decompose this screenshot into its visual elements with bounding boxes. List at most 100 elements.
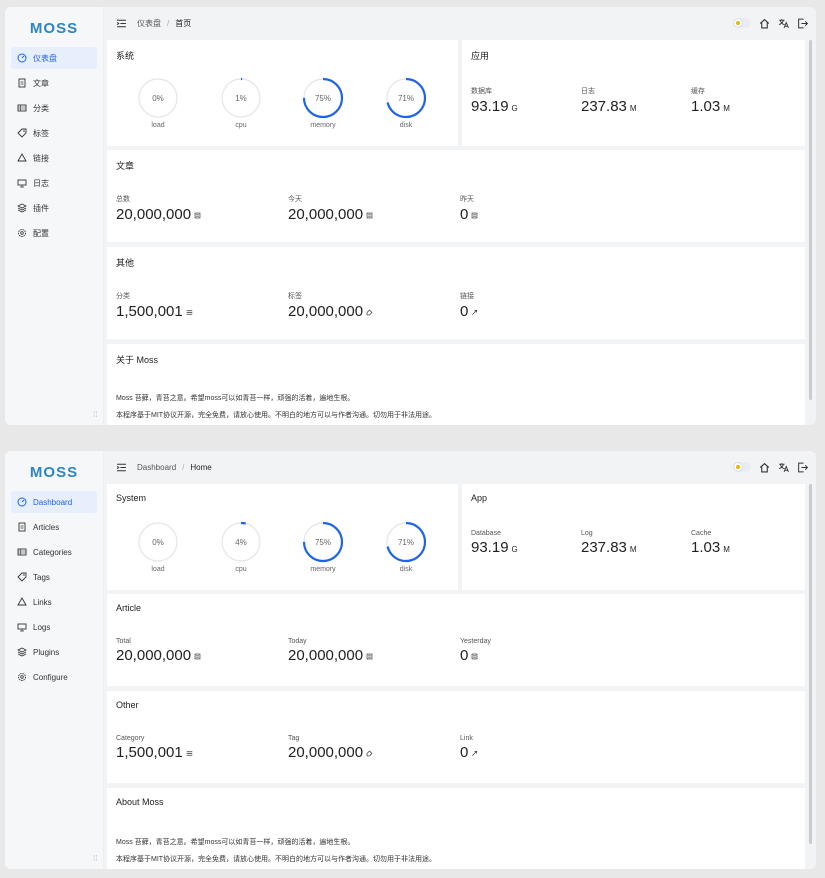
- home-icon[interactable]: [759, 18, 770, 29]
- log-icon: [17, 178, 27, 188]
- sidebar-item-label: Articles: [33, 522, 60, 532]
- logo[interactable]: MOSS: [5, 457, 103, 487]
- sidebar-item-label: Dashboard: [33, 497, 73, 507]
- stat-value: 0: [460, 303, 469, 320]
- sidebar-item-label: 插件: [33, 203, 49, 213]
- scrollbar[interactable]: [809, 484, 812, 844]
- breadcrumb-item[interactable]: 仪表盘: [137, 18, 161, 29]
- gauge-label: memory: [310, 566, 336, 573]
- document-icon: [471, 212, 478, 219]
- theme-toggle[interactable]: [733, 462, 751, 472]
- sidebar-menu: 仪表盘文章分类标签链接日志插件配置: [5, 47, 103, 244]
- link-icon: [17, 153, 27, 163]
- gauge-cpu: 1% cpu: [219, 76, 263, 129]
- category-icon: [17, 547, 27, 557]
- breadcrumb: 仪表盘 / 首页: [137, 18, 191, 29]
- stat-unit: G: [511, 545, 518, 554]
- gauge-value: 71%: [397, 537, 414, 547]
- stat-value: 0: [460, 206, 469, 223]
- tag-icon: [366, 309, 373, 316]
- theme-toggle[interactable]: [733, 18, 751, 28]
- sidebar-collapse-handle[interactable]: ⁞⁞: [93, 410, 97, 419]
- stat-value: 0: [460, 744, 469, 761]
- gauge-memory: 75% memory: [301, 76, 345, 129]
- document-icon: [194, 212, 201, 219]
- list-icon: [186, 309, 193, 316]
- menu-fold-button[interactable]: [113, 15, 129, 31]
- plugin-icon: [17, 203, 27, 213]
- stat-label: Cache: [691, 530, 712, 537]
- sidebar-item-plugins[interactable]: Plugins: [11, 641, 97, 663]
- stat-unit: M: [629, 545, 637, 554]
- sidebar-item-plugins[interactable]: 插件: [11, 197, 97, 219]
- translate-icon[interactable]: [778, 18, 789, 29]
- other-stat: 标签 20,000,000: [288, 291, 373, 320]
- about-line: Moss 苔藓，青苔之意。希望moss可以如青苔一样，顽强的活着，遍地生根。: [116, 839, 355, 846]
- translate-icon[interactable]: [778, 462, 789, 473]
- dashboard-icon: [17, 497, 27, 507]
- sidebar-item-label: 日志: [33, 178, 49, 188]
- sidebar-item-tags[interactable]: 标签: [11, 122, 97, 144]
- menu-fold-button[interactable]: [113, 459, 129, 475]
- stat-label: 今天: [288, 196, 302, 203]
- sidebar-item-label: 文章: [33, 78, 49, 88]
- app-stat: Cache 1.03 M: [691, 530, 730, 556]
- sidebar-item-configure[interactable]: 配置: [11, 222, 97, 244]
- gauge-memory: 75% memory: [301, 520, 345, 573]
- stat-label: 分类: [116, 293, 130, 300]
- gauge-value: 71%: [397, 93, 414, 103]
- about-line: Moss 苔藓，青苔之意。希望moss可以如青苔一样，顽强的活着，遍地生根。: [116, 395, 355, 402]
- menu-fold-icon: [116, 18, 127, 29]
- gauge-label: load: [151, 566, 165, 573]
- sidebar-item-categories[interactable]: 分类: [11, 97, 97, 119]
- category-icon: [17, 103, 27, 113]
- stat-label: Today: [288, 638, 307, 645]
- sidebar-item-articles[interactable]: Articles: [11, 516, 97, 538]
- stat-value: 237.83: [581, 539, 627, 556]
- article-stat: 昨天 0: [460, 194, 478, 223]
- stat-value: 20,000,000: [116, 206, 192, 223]
- other-card: 其他 分类 1,500,001 标签 20,000,000 链接 0: [107, 247, 805, 339]
- sidebar-item-label: Tags: [33, 572, 50, 582]
- sidebar-collapse-handle[interactable]: ⁞⁞: [93, 854, 97, 863]
- gauge-value: 4%: [235, 537, 247, 547]
- sidebar-item-label: Configure: [33, 672, 68, 682]
- card-title: 文章: [116, 161, 135, 171]
- sidebar-item-label: 分类: [33, 103, 49, 113]
- logout-icon[interactable]: [797, 462, 808, 473]
- scrollbar[interactable]: [809, 40, 812, 400]
- card-title: Other: [116, 700, 139, 710]
- home-icon[interactable]: [759, 462, 770, 473]
- sidebar-item-links[interactable]: 链接: [11, 147, 97, 169]
- sidebar-item-label: Links: [33, 597, 52, 607]
- tag-icon: [17, 128, 27, 138]
- sidebar-item-links[interactable]: Links: [11, 591, 97, 613]
- gauge-value: 0%: [152, 93, 164, 103]
- other-stat: Category 1,500,001: [116, 735, 193, 761]
- breadcrumb: Dashboard / Home: [137, 463, 212, 472]
- sidebar-item-categories[interactable]: Categories: [11, 541, 97, 563]
- sidebar-item-dashboard[interactable]: 仪表盘: [11, 47, 97, 69]
- card-title: 其他: [116, 258, 135, 268]
- dashboard-icon: [17, 53, 27, 63]
- sidebar-item-tags[interactable]: Tags: [11, 566, 97, 588]
- sidebar-menu: Dashboard Articles Categories Tags Links Logs…: [5, 491, 103, 688]
- stat-value: 20,000,000: [288, 744, 364, 761]
- stat-label: Log: [581, 530, 593, 537]
- stat-unit: M: [723, 104, 730, 113]
- sidebar-item-logs[interactable]: Logs: [11, 616, 97, 638]
- sidebar-item-configure[interactable]: Configure: [11, 666, 97, 688]
- sidebar-item-dashboard[interactable]: Dashboard: [11, 491, 97, 513]
- card-title: About Moss: [116, 797, 164, 807]
- about-line: 本程序基于MIT协议开源，完全免费，请放心使用。不明白的地方可以与作者沟通。切勿…: [116, 856, 437, 863]
- stat-value: 20,000,000: [288, 647, 364, 664]
- sidebar-item-articles[interactable]: 文章: [11, 72, 97, 94]
- sidebar-item-logs[interactable]: 日志: [11, 172, 97, 194]
- sidebar-item-label: 链接: [33, 153, 49, 163]
- stat-value: 20,000,000: [288, 303, 364, 320]
- breadcrumb-item[interactable]: Dashboard: [137, 463, 176, 472]
- logout-icon[interactable]: [797, 18, 808, 29]
- logo[interactable]: MOSS: [5, 13, 103, 43]
- stat-value: 1,500,001: [116, 303, 183, 320]
- plugin-icon: [17, 647, 27, 657]
